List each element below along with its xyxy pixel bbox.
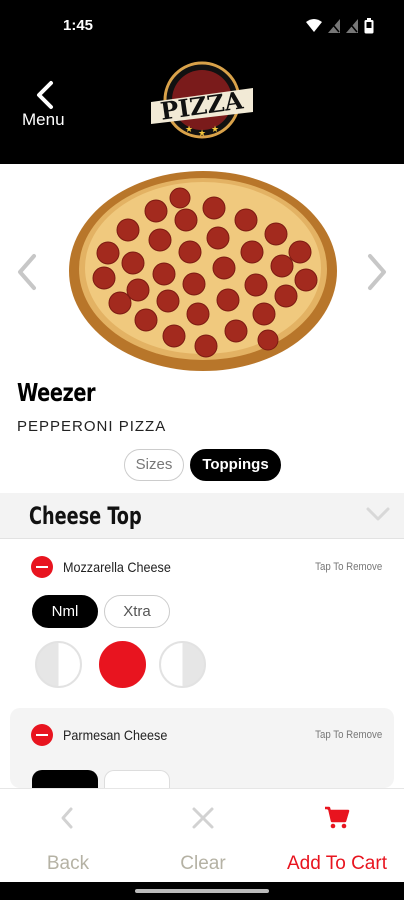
section-title: Cheese Top xyxy=(29,502,142,530)
svg-text:★: ★ xyxy=(211,124,219,134)
portion-left-half-button[interactable] xyxy=(35,641,82,688)
topping-name: Parmesan Cheese xyxy=(63,727,168,743)
signal-icon xyxy=(328,19,340,33)
chevron-left-icon xyxy=(37,81,53,109)
chevron-right-icon[interactable] xyxy=(362,252,392,292)
chevron-down-icon xyxy=(366,507,390,521)
signal-icon-2 xyxy=(346,19,358,33)
item-name: Weezer xyxy=(17,378,96,407)
status-icons xyxy=(306,18,374,34)
add-to-cart-label: Add To Cart xyxy=(287,853,387,874)
status-bar: 1:45 xyxy=(0,0,404,40)
amount-extra-button[interactable]: Xtra xyxy=(104,595,170,628)
topping-row: Mozzarella Cheese Tap To Remove Nml Xtra xyxy=(10,540,394,700)
amount-normal-button[interactable] xyxy=(32,770,98,788)
amount-extra-button[interactable] xyxy=(104,770,170,788)
portion-whole-button[interactable] xyxy=(99,641,146,688)
menu-button[interactable]: Menu xyxy=(18,76,74,136)
pizza-image xyxy=(69,171,337,371)
topping-row: Parmesan Cheese Tap To Remove xyxy=(10,708,394,788)
section-header-cheese-top[interactable]: Cheese Top xyxy=(0,493,404,539)
pizza-logo: PIZZA ★ ★ ★ xyxy=(151,61,253,139)
amount-normal-button[interactable]: Nml xyxy=(32,595,98,628)
tab-toppings[interactable]: Toppings xyxy=(190,449,281,481)
remove-icon[interactable] xyxy=(31,724,53,746)
clear-button[interactable]: Clear xyxy=(136,789,270,883)
item-subtitle: PEPPERONI PIZZA xyxy=(17,418,167,435)
menu-label: Menu xyxy=(22,110,65,129)
system-nav-bar xyxy=(0,882,404,900)
chevron-left-icon xyxy=(61,807,73,829)
svg-text:★: ★ xyxy=(198,128,206,138)
app-header: Menu PIZZA ★ ★ ★ xyxy=(0,40,404,164)
clear-label: Clear xyxy=(180,853,226,874)
cart-icon xyxy=(325,806,350,829)
home-handle[interactable] xyxy=(135,889,269,893)
tap-to-remove[interactable]: Tap To Remove xyxy=(315,560,382,574)
back-label: Back xyxy=(46,853,90,874)
back-button[interactable]: Back xyxy=(0,789,136,883)
portion-right-half-button[interactable] xyxy=(159,641,206,688)
add-to-cart-button[interactable]: Add To Cart xyxy=(270,789,404,883)
tab-sizes[interactable]: Sizes xyxy=(124,449,184,481)
topping-name: Mozzarella Cheese xyxy=(63,559,171,575)
status-time: 1:45 xyxy=(63,17,94,34)
chevron-left-icon[interactable] xyxy=(12,252,42,292)
svg-text:★: ★ xyxy=(185,124,193,134)
product-carousel xyxy=(0,164,404,374)
bottom-action-bar: Back Clear Add To Cart xyxy=(0,788,404,882)
remove-icon[interactable] xyxy=(31,556,53,578)
wifi-icon xyxy=(306,19,322,32)
battery-icon xyxy=(364,18,374,34)
tap-to-remove[interactable]: Tap To Remove xyxy=(315,728,382,742)
close-icon xyxy=(192,807,214,829)
